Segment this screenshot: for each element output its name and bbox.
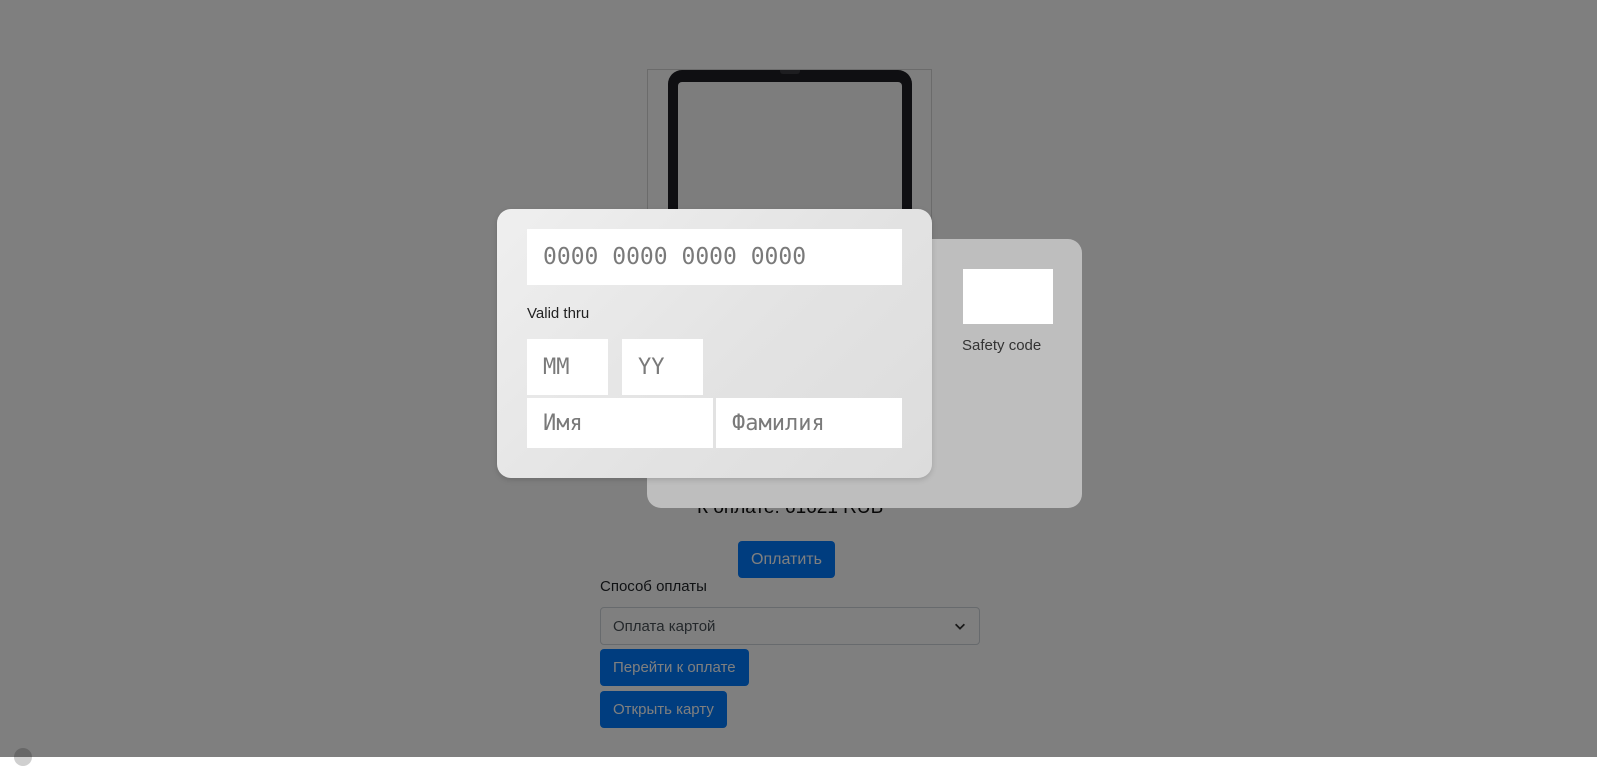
valid-thru-label: Valid thru [527,305,590,322]
last-name-input[interactable] [716,398,902,448]
first-name-input[interactable] [527,398,713,448]
card-number-input[interactable] [527,229,902,285]
expiry-month-input[interactable] [527,339,608,395]
safety-code-input[interactable] [963,269,1053,324]
expiry-year-input[interactable] [622,339,703,395]
safety-code-label: Safety code [962,337,1042,354]
card-front: Valid thru [497,209,932,478]
